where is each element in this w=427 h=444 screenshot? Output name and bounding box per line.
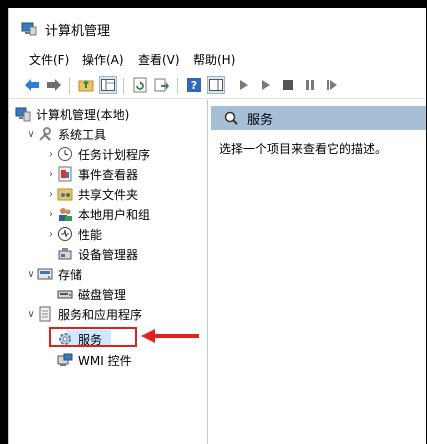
annotation-arrow-icon (141, 329, 199, 343)
tree-item-label: 共享文件夹 (78, 187, 139, 202)
menu-action[interactable]: 操作(A) (82, 51, 124, 68)
export-icon[interactable] (153, 76, 171, 94)
toolbar-separator (69, 78, 70, 94)
tree-item-disk-management[interactable]: 磁盘管理 (57, 284, 126, 304)
forward-icon[interactable] (45, 76, 63, 94)
chevron-down-icon[interactable]: ∨ (25, 304, 37, 324)
tree-item-label: 本地用户和组 (78, 207, 151, 222)
tree-item-label: 设备管理器 (78, 247, 139, 262)
event-viewer-icon (58, 166, 72, 182)
chevron-down-icon[interactable]: ∨ (25, 124, 37, 144)
performance-icon (58, 227, 72, 241)
chevron-right-icon[interactable]: › (45, 164, 57, 184)
pause-icon[interactable] (301, 76, 319, 94)
chevron-right-icon[interactable]: › (45, 224, 57, 244)
computer-management-window: 计算机管理 文件(F) 操作(A) 查看(V) 帮助(H) ? 计算机管理(本地… (8, 8, 426, 444)
menu-bar: 文件(F) 操作(A) 查看(V) 帮助(H) (9, 48, 426, 70)
tree-item-event-viewer[interactable]: › 事件查看器 (45, 164, 138, 184)
play-alt-icon[interactable] (257, 76, 275, 94)
tree-item-label: 任务计划程序 (78, 147, 151, 162)
toolbar: ? (9, 72, 426, 99)
back-icon[interactable] (23, 76, 41, 94)
detail-header-title: 服务 (247, 112, 274, 128)
tree-item-shared-folders[interactable]: › 共享文件夹 (45, 184, 138, 204)
menu-help[interactable]: 帮助(H) (193, 51, 235, 68)
play-icon[interactable] (235, 76, 253, 94)
tree-item-label: 性能 (78, 227, 103, 242)
tree-item-services-apps[interactable]: ∨ 服务和应用程序 (25, 304, 142, 324)
services-apps-icon (39, 306, 51, 322)
tree-item-system-tools[interactable]: ∨ 系统工具 (25, 124, 106, 144)
detail-pane: 服务 选择一个项目来查看它的描述。 (211, 100, 426, 444)
storage-icon (37, 268, 53, 280)
tree-item-root[interactable]: 计算机管理(本地) (15, 104, 129, 124)
tree-item-label: 服务和应用程序 (58, 307, 143, 322)
title-bar: 计算机管理 (9, 8, 426, 46)
tree-item-label: 磁盘管理 (78, 287, 127, 302)
chevron-right-icon[interactable]: › (45, 184, 57, 204)
computer-management-icon (21, 22, 37, 36)
shared-folder-icon (57, 188, 73, 201)
svg-text:?: ? (191, 79, 197, 92)
tree-item-performance[interactable]: › 性能 (45, 224, 102, 244)
properties-icon[interactable] (207, 76, 225, 94)
wmi-icon (57, 353, 73, 366)
console-tree: 计算机管理(本地) ∨ 系统工具 › 任务计划程序 › 事件查看器 › 共享文件… (9, 100, 208, 444)
chevron-right-icon[interactable]: › (45, 144, 57, 164)
tools-icon (39, 127, 51, 141)
menu-view[interactable]: 查看(V) (138, 51, 180, 68)
window-title: 计算机管理 (45, 24, 111, 39)
annotation-highlight-box (49, 327, 137, 347)
device-manager-icon (58, 248, 72, 260)
computer-management-icon (15, 107, 31, 122)
menu-file[interactable]: 文件(F) (29, 51, 69, 68)
detail-header: 服务 (211, 106, 426, 130)
tree-item-device-manager[interactable]: 设备管理器 (57, 244, 138, 264)
tree-item-label: 事件查看器 (78, 167, 139, 182)
tree-item-storage[interactable]: ∨ 存储 (25, 264, 82, 284)
tree-item-task-scheduler[interactable]: › 任务计划程序 (45, 144, 150, 164)
up-folder-icon[interactable] (77, 76, 95, 94)
restart-icon[interactable] (323, 76, 341, 94)
tree-item-label: 存储 (58, 267, 83, 282)
chevron-right-icon[interactable]: › (45, 204, 57, 224)
tree-item-local-users[interactable]: › 本地用户和组 (45, 204, 150, 224)
search-icon (224, 111, 238, 125)
disk-icon (57, 290, 73, 299)
tree-item-wmi[interactable]: WMI 控件 (57, 350, 132, 370)
clock-icon (58, 147, 72, 161)
users-icon (59, 208, 72, 221)
toolbar-separator (177, 78, 178, 94)
tree-item-label: 系统工具 (58, 127, 107, 142)
refresh-icon[interactable] (131, 76, 149, 94)
detail-description: 选择一个项目来查看它的描述。 (219, 142, 388, 156)
tree-item-label: WMI 控件 (78, 353, 132, 368)
show-hide-tree-icon[interactable] (99, 76, 117, 94)
help-icon[interactable]: ? (185, 76, 203, 94)
tree-item-label: 计算机管理(本地) (36, 107, 130, 122)
chevron-down-icon[interactable]: ∨ (25, 264, 37, 284)
toolbar-separator (123, 78, 124, 94)
stop-icon[interactable] (279, 76, 297, 94)
